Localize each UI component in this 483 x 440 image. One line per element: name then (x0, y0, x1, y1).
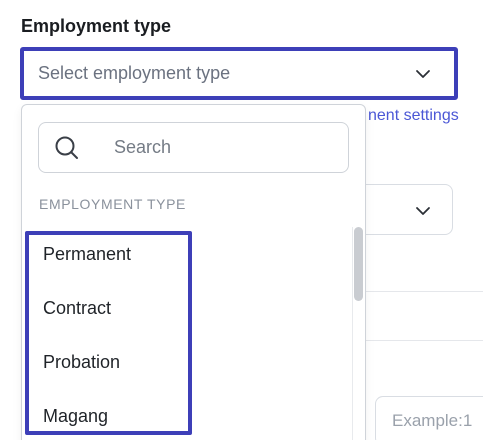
option-magang[interactable]: Magang (43, 406, 108, 427)
scrollbar-thumb[interactable] (354, 227, 363, 301)
divider (362, 291, 483, 292)
chevron-down-icon (416, 207, 430, 215)
search-icon (55, 136, 78, 159)
scrollbar-track (352, 227, 353, 440)
divider (362, 340, 483, 341)
option-contract[interactable]: Contract (43, 298, 111, 319)
example-input[interactable]: Example:1 (375, 396, 483, 440)
employment-type-select[interactable]: Select employment type (20, 47, 458, 100)
field-label: Employment type (21, 16, 172, 36)
search-input[interactable]: Search (38, 122, 349, 173)
chevron-down-icon (416, 69, 430, 78)
options-list: Permanent Contract Probation Magang (25, 231, 192, 435)
settings-link[interactable]: nent settings (368, 107, 459, 125)
section-heading: EMPLOYMENT TYPE (39, 196, 186, 212)
option-probation[interactable]: Probation (43, 352, 120, 373)
option-permanent[interactable]: Permanent (43, 244, 131, 265)
employment-type-dropdown: Search EMPLOYMENT TYPE Permanent Contrac… (21, 104, 366, 440)
employment-type-form: Employment type Select employment type n… (0, 0, 483, 440)
select-placeholder: Select employment type (38, 63, 231, 83)
search-placeholder: Search (114, 137, 172, 157)
